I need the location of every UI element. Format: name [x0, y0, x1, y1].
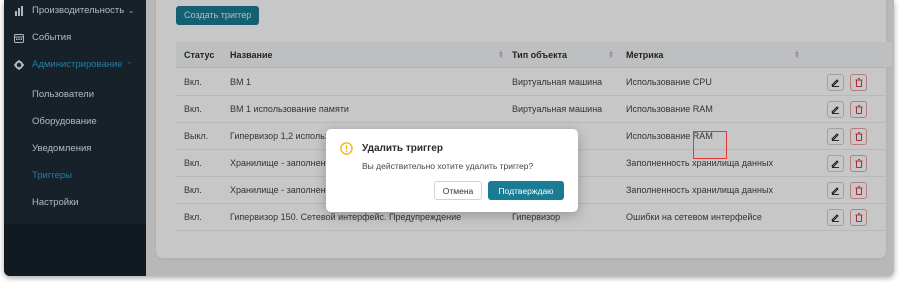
dialog-title: Удалить триггер	[362, 143, 443, 154]
warning-icon	[340, 142, 353, 155]
app-window: Производительность ⌄ События Администрир…	[4, 0, 894, 276]
delete-trigger-dialog: Удалить триггер Вы действительно хотите …	[326, 129, 578, 212]
app: Производительность ⌄ События Администрир…	[4, 0, 894, 276]
cancel-button[interactable]: Отмена	[434, 181, 482, 200]
highlight-box	[693, 131, 727, 159]
confirm-button[interactable]: Подтверждаю	[488, 181, 564, 200]
dialog-message: Вы действительно хотите удалить триггер?	[362, 161, 534, 171]
